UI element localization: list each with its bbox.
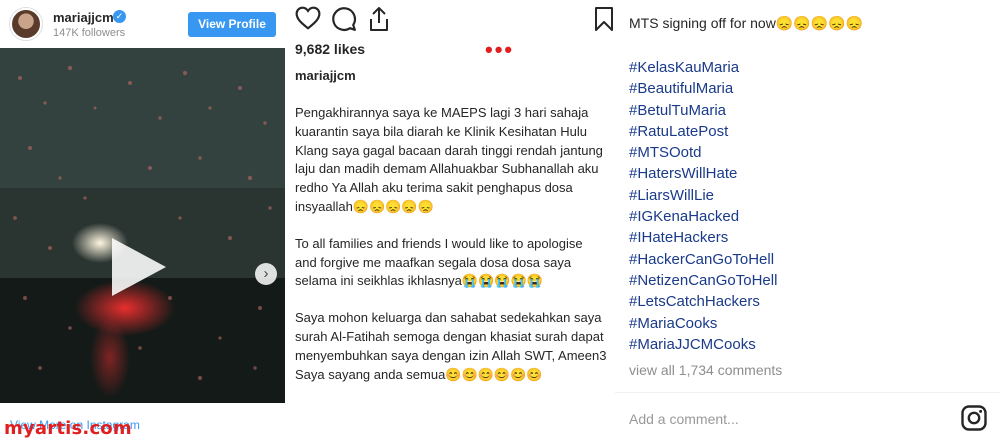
- hashtag-link[interactable]: #MariaJJCMCooks: [629, 334, 777, 355]
- action-bar: [295, 6, 613, 34]
- more-indicator: •••: [485, 37, 515, 62]
- hashtag-link[interactable]: #RatuLatePost: [629, 121, 777, 142]
- username[interactable]: mariajjcm: [53, 10, 114, 25]
- bookmark-icon[interactable]: [594, 6, 614, 32]
- hashtag-link[interactable]: #LiarsWillLie: [629, 185, 777, 206]
- caption-paragraph: To all families and friends I would like…: [295, 235, 583, 289]
- add-comment-input[interactable]: Add a comment...: [629, 411, 739, 427]
- caption-paragraph: Saya mohon keluarga dan sahabat sedekahk…: [295, 310, 607, 382]
- caption-paragraph: Pengakhirannya saya ke MAEPS lagi 3 hari…: [295, 105, 603, 214]
- hashtag-link[interactable]: #KelasKauMaria: [629, 57, 777, 78]
- watermark: myartis.com: [4, 418, 132, 439]
- follower-count: 147K followers: [53, 27, 126, 39]
- instagram-icon[interactable]: [961, 405, 987, 431]
- hashtag-panel: MTS signing off for now😞😞😞😞😞 #KelasKauMa…: [615, 0, 1000, 442]
- play-icon[interactable]: [112, 238, 166, 296]
- hashtag-link[interactable]: #LetsCatchHackers: [629, 291, 777, 312]
- instagram-embed-card: mariajjcm ✓ 147K followers View Profile: [0, 0, 285, 442]
- hashtag-link[interactable]: #BeautifulMaria: [629, 78, 777, 99]
- hashtag-link[interactable]: #MTSOotd: [629, 142, 777, 163]
- hashtag-link[interactable]: #NetizenCanGoToHell: [629, 270, 777, 291]
- post-video[interactable]: ›: [0, 48, 285, 403]
- rainy-window-image: [0, 48, 285, 403]
- hashtag-link[interactable]: #HackerCanGoToHell: [629, 249, 777, 270]
- post-header: mariajjcm ✓ 147K followers View Profile: [0, 0, 285, 48]
- caption-text: Pengakhirannya saya ke MAEPS lagi 3 hari…: [295, 104, 607, 402]
- share-icon[interactable]: [367, 6, 391, 32]
- hashtag-link[interactable]: #HatersWillHate: [629, 163, 777, 184]
- hashtag-link[interactable]: #BetulTuMaria: [629, 100, 777, 121]
- comment-icon[interactable]: [331, 6, 357, 32]
- hashtag-link[interactable]: #IGKenaHacked: [629, 206, 777, 227]
- hashtag-link[interactable]: #IHateHackers: [629, 227, 777, 248]
- caption-panel: 9,682 likes ••• mariajjcm Pengakhirannya…: [285, 0, 615, 442]
- view-all-comments-link[interactable]: view all 1,734 comments: [629, 362, 782, 378]
- verified-badge-icon: ✓: [113, 10, 126, 23]
- divider: [615, 392, 1000, 393]
- hashtag-link[interactable]: #MariaCooks: [629, 313, 777, 334]
- caption-author[interactable]: mariajjcm: [295, 68, 356, 83]
- chevron-right-icon[interactable]: ›: [255, 263, 277, 285]
- view-profile-button[interactable]: View Profile: [188, 12, 276, 37]
- like-count[interactable]: 9,682 likes: [295, 41, 365, 57]
- avatar[interactable]: [10, 8, 42, 40]
- heart-icon[interactable]: [295, 6, 321, 30]
- hashtag-list: #KelasKauMaria #BeautifulMaria #BetulTuM…: [629, 57, 777, 355]
- signoff-text: MTS signing off for now😞😞😞😞😞: [629, 15, 863, 31]
